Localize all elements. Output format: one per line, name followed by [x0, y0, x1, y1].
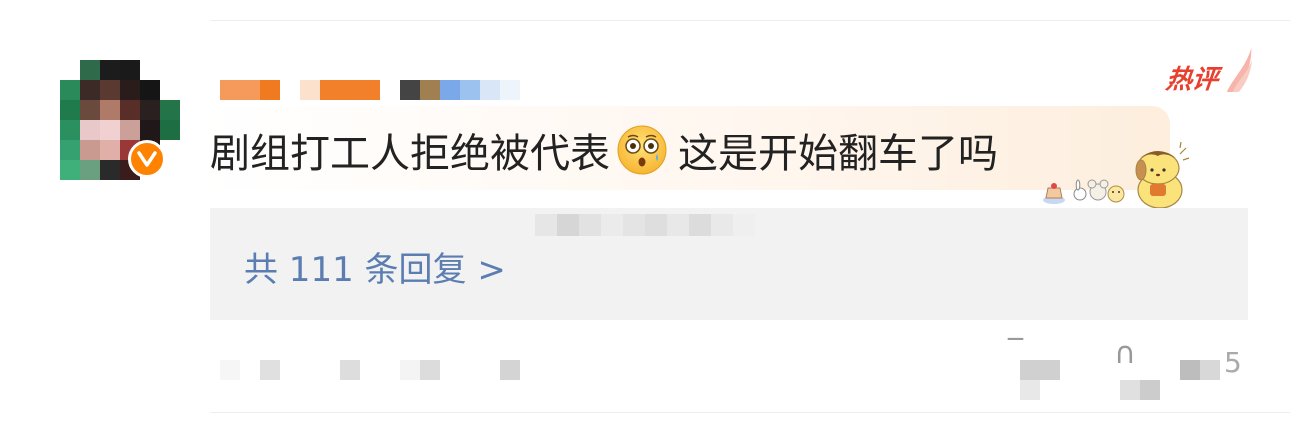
comment-text: 剧组打工人拒绝被代表 这是开始翻车了吗	[210, 122, 998, 178]
username-censored[interactable]	[220, 80, 520, 100]
like-button[interactable]: 5	[1180, 340, 1250, 400]
share-button[interactable]: ‾	[1000, 334, 1070, 400]
mouse-icon	[1087, 179, 1109, 201]
hot-comment-badge: 热评	[1164, 48, 1253, 100]
top-divider	[210, 20, 1290, 21]
reply-author-censored	[535, 214, 755, 236]
flushed-face-emoji-icon	[617, 125, 667, 175]
replies-box[interactable]: 共 111 条回复 >	[210, 208, 1248, 320]
v-glyph-icon	[137, 151, 157, 167]
comment-button[interactable]: ∩	[1110, 336, 1170, 400]
bottom-divider	[210, 412, 1290, 413]
hot-comment-label: 热评	[1164, 65, 1220, 95]
cake-icon	[1043, 183, 1065, 204]
timestamp-censored	[220, 360, 550, 380]
comment-text-part-2: 这是开始翻车了吗	[678, 131, 998, 177]
comment-icon: ∩	[1114, 336, 1136, 371]
pudding-dog-icon	[1135, 141, 1190, 209]
flame-wing-icon	[1226, 48, 1253, 92]
thumbs-up-icon	[1180, 360, 1200, 380]
pompompurin-sticker-icon	[1043, 141, 1190, 209]
comment-text-part-1: 剧组打工人拒绝被代表	[210, 131, 610, 177]
hamster-icon	[1107, 185, 1125, 203]
v-verified-icon	[128, 140, 166, 178]
bunny-icon	[1073, 179, 1087, 201]
like-count: 5	[1224, 346, 1242, 379]
view-replies-link[interactable]: 共 111 条回复 >	[244, 242, 506, 291]
